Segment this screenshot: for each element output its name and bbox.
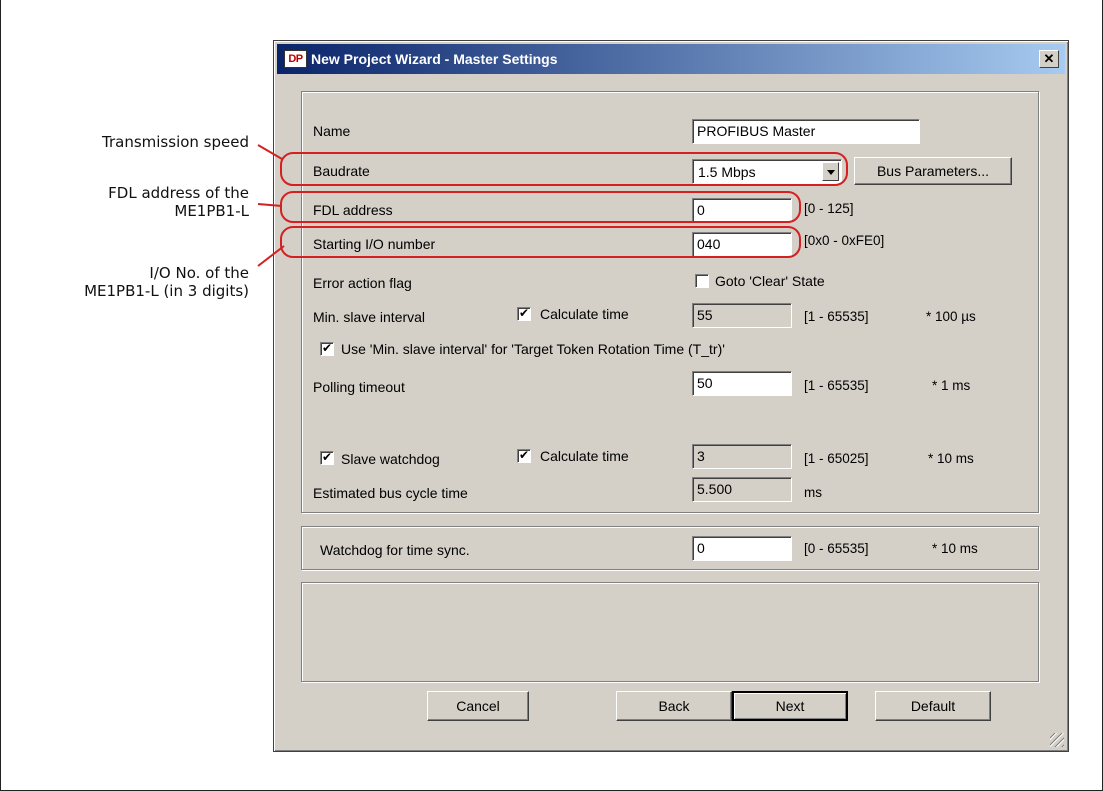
use-min-slave-interval-checkbox[interactable]: ✔ (320, 342, 334, 356)
slave-watchdog-checkbox[interactable]: ✔ (320, 451, 334, 465)
polling-timeout-field[interactable]: 50 (692, 371, 792, 396)
estimated-bus-cycle-label: Estimated bus cycle time (313, 485, 468, 501)
baudrate-label: Baudrate (313, 163, 370, 179)
annotation-transmission-speed-text: Transmission speed (102, 133, 249, 151)
slave-watchdog-range: [1 - 65025] (804, 451, 869, 466)
watchdog-time-sync-label: Watchdog for time sync. (320, 542, 470, 558)
error-action-flag-label: Error action flag (313, 275, 412, 291)
calculate-time-checkbox-1[interactable]: ✔ (517, 307, 531, 321)
polling-timeout-unit: * 1 ms (932, 378, 971, 393)
fdl-address-field[interactable]: 0 (692, 198, 792, 223)
bus-parameters-button[interactable]: Bus Parameters... (854, 157, 1012, 185)
starting-io-range: [0x0 - 0xFE0] (804, 233, 885, 248)
name-field[interactable]: PROFIBUS Master (692, 119, 920, 144)
close-button[interactable]: ✕ (1039, 50, 1059, 68)
slave-watchdog-field: 3 (692, 444, 792, 469)
min-slave-interval-field: 55 (692, 303, 792, 328)
goto-clear-checkbox[interactable] (695, 274, 709, 288)
title-bar[interactable]: DP New Project Wizard - Master Settings … (277, 44, 1065, 74)
calculate-time-label-1[interactable]: Calculate time (540, 306, 629, 322)
polling-timeout-range: [1 - 65535] (804, 378, 869, 393)
chevron-down-icon[interactable] (822, 162, 839, 181)
fdl-address-range: [0 - 125] (804, 201, 854, 216)
use-min-slave-interval-label[interactable]: Use 'Min. slave interval' for 'Target To… (341, 341, 725, 357)
annotation-io-line1: I/O No. of the (149, 264, 249, 282)
min-slave-interval-range: [1 - 65535] (804, 309, 869, 324)
back-button[interactable]: Back (616, 691, 732, 721)
calculate-time-label-2[interactable]: Calculate time (540, 448, 629, 464)
estimated-bus-cycle-unit: ms (804, 485, 822, 500)
dp-logo-icon: DP (284, 50, 307, 68)
polling-timeout-label: Polling timeout (313, 379, 405, 395)
watchdog-time-sync-field[interactable]: 0 (692, 536, 792, 561)
annotation-fdl-address: FDL address of the ME1PB1-L (108, 184, 249, 220)
cancel-button[interactable]: Cancel (427, 691, 529, 721)
calculate-time-checkbox-2[interactable]: ✔ (517, 449, 531, 463)
baudrate-select[interactable]: 1.5 Mbps (692, 159, 842, 184)
baudrate-value: 1.5 Mbps (698, 164, 756, 180)
annotation-io-number: I/O No. of the ME1PB1-L (in 3 digits) (84, 264, 249, 300)
annotation-io-line2: ME1PB1-L (in 3 digits) (84, 282, 249, 300)
min-slave-interval-label: Min. slave interval (313, 309, 426, 325)
resize-grip-icon[interactable] (1050, 733, 1064, 747)
default-button[interactable]: Default (875, 691, 991, 721)
starting-io-field[interactable]: 040 (692, 232, 792, 257)
master-settings-group (301, 91, 1039, 513)
new-project-wizard-dialog: DP New Project Wizard - Master Settings … (273, 40, 1069, 752)
starting-io-label: Starting I/O number (313, 236, 436, 252)
annotation-fdl-line2: ME1PB1-L (174, 202, 249, 220)
next-button[interactable]: Next (732, 691, 848, 721)
min-slave-interval-unit: * 100 µs (926, 309, 976, 324)
watchdog-time-sync-unit: * 10 ms (932, 541, 978, 556)
annotation-transmission-speed: Transmission speed (102, 133, 249, 151)
slave-watchdog-label[interactable]: Slave watchdog (341, 451, 440, 467)
name-label: Name (313, 123, 351, 139)
bottom-empty-group (301, 582, 1039, 682)
fdl-address-label: FDL address (313, 202, 393, 218)
goto-clear-label[interactable]: Goto 'Clear' State (715, 273, 825, 289)
watchdog-time-sync-range: [0 - 65535] (804, 541, 869, 556)
slave-watchdog-unit: * 10 ms (928, 451, 974, 466)
estimated-bus-cycle-field: 5.500 (692, 477, 792, 502)
dialog-title: New Project Wizard - Master Settings (311, 51, 558, 67)
annotation-fdl-line1: FDL address of the (108, 184, 249, 202)
